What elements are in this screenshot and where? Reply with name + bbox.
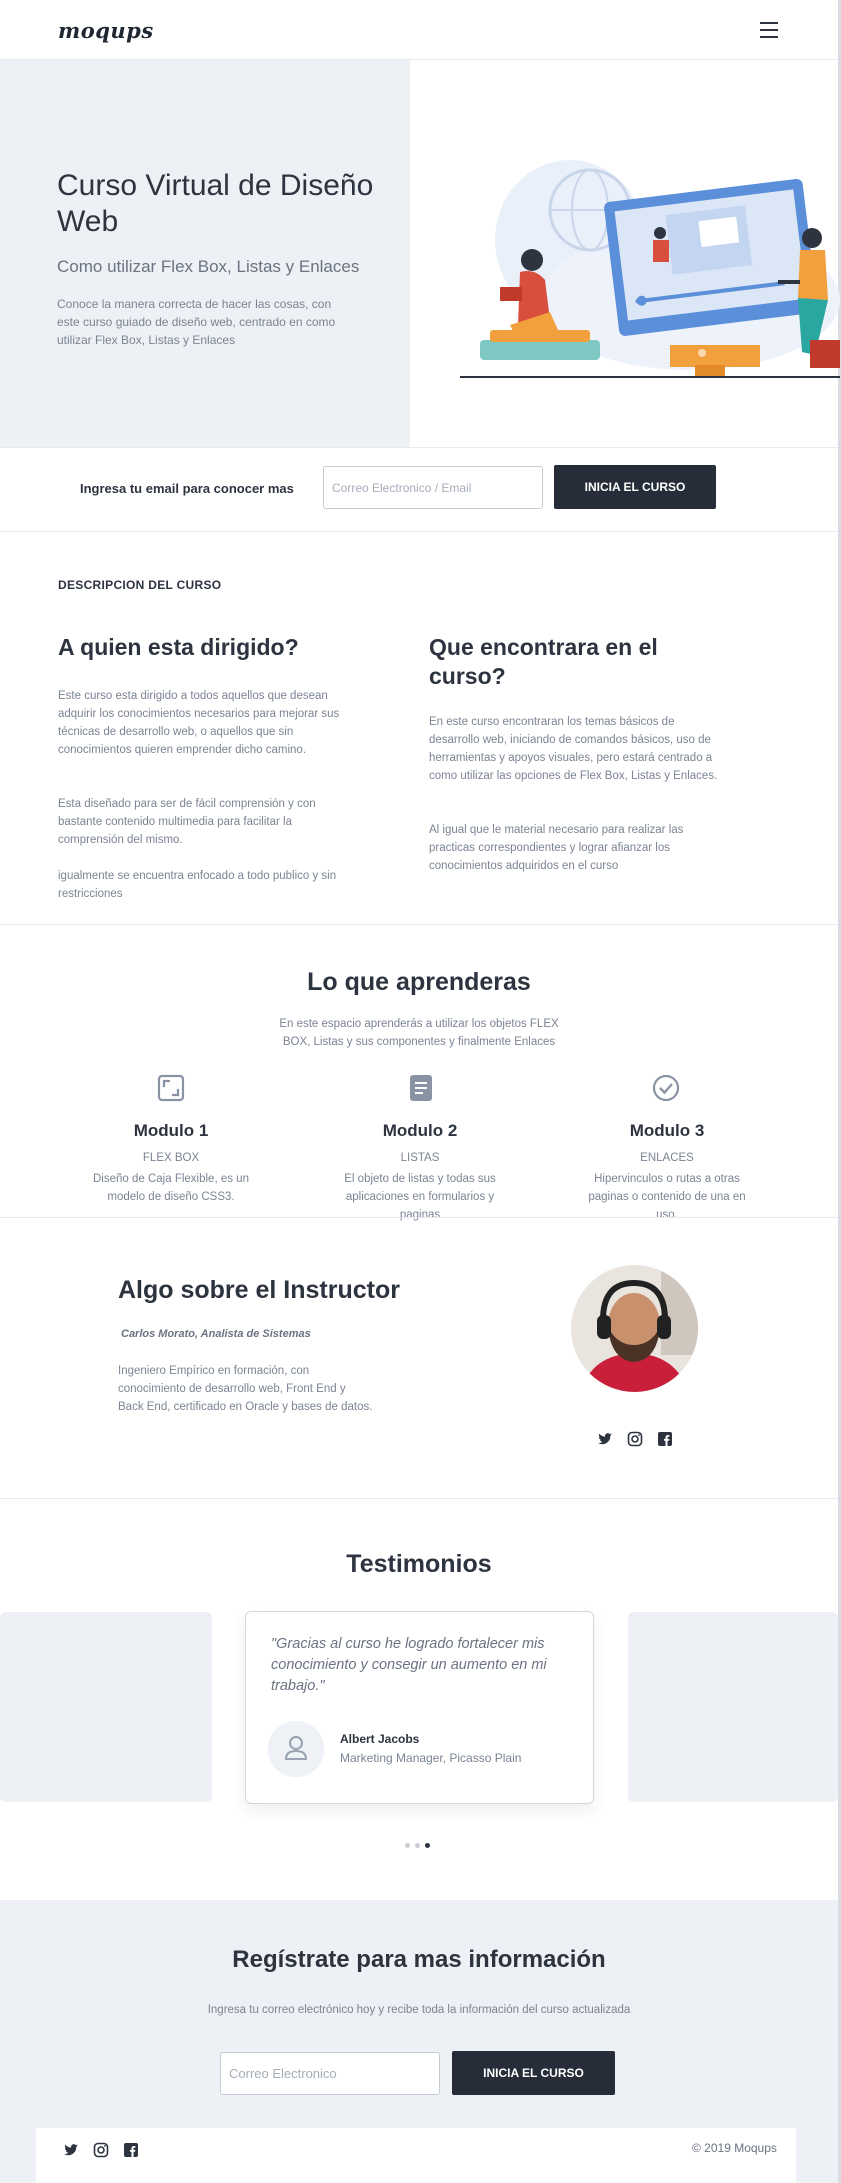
email-signup-label: Ingresa tu email para conocer mas — [80, 481, 294, 496]
content-paragraph-2: Al igual que le material necesario para … — [429, 824, 684, 872]
instructor-social — [597, 1431, 673, 1447]
check-circle-icon — [652, 1074, 680, 1102]
testimonials-title: Testimonios — [346, 1550, 492, 1578]
site-header: moqups — [0, 0, 838, 60]
learn-subtitle: En este espacio aprenderás a utilizar lo… — [279, 1018, 559, 1048]
register-button[interactable]: INICIA EL CURSO — [452, 2051, 615, 2095]
testimonial-quote: "Gracias al curso he logrado fortalecer … — [271, 1636, 547, 1694]
start-course-button[interactable]: INICIA EL CURSO — [554, 465, 716, 509]
carousel-dots — [405, 1843, 430, 1848]
footer — [36, 2128, 796, 2183]
hero-subtitle: Como utilizar Flex Box, Listas y Enlaces — [57, 257, 360, 276]
email-input[interactable] — [323, 466, 543, 509]
module-2-tag: LISTAS — [400, 1152, 440, 1164]
content-paragraph-1: En este curso encontraran los temas bási… — [429, 716, 718, 782]
twitter-icon[interactable] — [63, 2142, 79, 2158]
testimonial-role: Marketing Manager, Picasso Plain — [340, 1751, 522, 1765]
hero-illustration — [460, 160, 840, 378]
page: moqups Curso Virtual de Diseño Web Como … — [0, 0, 841, 2183]
audience-paragraph-1: Este curso esta dirigido a todos aquello… — [58, 690, 340, 756]
footer-social — [63, 2142, 139, 2158]
hero-description: Conoce la manera correcta de hacer las c… — [57, 297, 336, 347]
twitter-icon[interactable] — [597, 1431, 613, 1447]
audience-title: A quien esta dirigido? — [58, 634, 299, 660]
instructor-name: Carlos Morato, Analista de Sistemas — [121, 1328, 311, 1340]
learn-title: Lo que aprenderas — [307, 968, 531, 996]
hero-panel — [0, 60, 410, 447]
module-3-text: Hipervinculos o rutas a otras paginas o … — [588, 1173, 746, 1221]
testimonial-card-next[interactable] — [628, 1612, 838, 1802]
section-divider — [0, 1498, 838, 1499]
register-email-input[interactable] — [220, 2052, 440, 2095]
register-title: Regístrate para mas información — [232, 1946, 606, 1973]
module-2-title: Modulo 2 — [382, 1121, 458, 1140]
description-heading: DESCRIPCION DEL CURSO — [58, 578, 222, 592]
expand-icon — [157, 1074, 185, 1102]
instagram-icon[interactable] — [93, 2142, 109, 2158]
section-divider — [0, 1217, 838, 1218]
user-icon — [268, 1721, 324, 1777]
facebook-icon[interactable] — [123, 2142, 139, 2158]
testimonial-card-prev[interactable] — [0, 1612, 212, 1802]
copyright: © 2019 Moqups — [692, 2141, 777, 2155]
facebook-icon[interactable] — [657, 1431, 673, 1447]
carousel-dot-active[interactable] — [425, 1843, 430, 1848]
hero-title: Curso Virtual de Diseño Web — [57, 169, 374, 238]
audience-paragraph-2: Esta diseñado para ser de fácil comprens… — [58, 798, 316, 846]
instructor-avatar — [571, 1265, 698, 1392]
hamburger-icon[interactable] — [760, 22, 778, 38]
carousel-dot[interactable] — [415, 1843, 420, 1848]
register-subtitle: Ingresa tu correo electrónico hoy y reci… — [207, 2004, 631, 2016]
logo[interactable]: moqups — [58, 18, 154, 43]
section-divider — [0, 924, 838, 925]
audience-paragraph-3: igualmente se encuentra enfocado a todo … — [58, 870, 337, 900]
instructor-title: Algo sobre el Instructor — [118, 1276, 400, 1304]
module-3-tag: ENLACES — [640, 1152, 694, 1164]
instagram-icon[interactable] — [627, 1431, 643, 1447]
instructor-bio: Ingeniero Empírico en formación, con con… — [118, 1365, 373, 1413]
module-1-title: Modulo 1 — [133, 1121, 209, 1140]
content-title: Que encontrara en el curso? — [429, 634, 658, 689]
module-3-title: Modulo 3 — [629, 1121, 705, 1140]
document-icon — [410, 1075, 432, 1101]
module-1-text: Diseño de Caja Flexible, es un modelo de… — [93, 1173, 249, 1203]
carousel-dot[interactable] — [405, 1843, 410, 1848]
testimonial-author: Albert Jacobs — [340, 1732, 420, 1746]
module-2-text: El objeto de listas y todas sus aplicaci… — [344, 1173, 496, 1221]
module-1-tag: FLEX BOX — [142, 1152, 200, 1164]
